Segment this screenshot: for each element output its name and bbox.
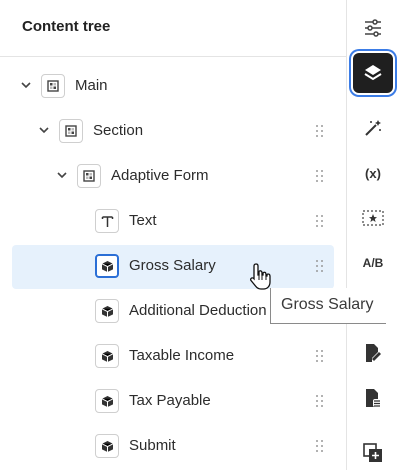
tree-item-label: Gross Salary [129,257,216,274]
tree-item-submit[interactable]: Submit [12,425,334,469]
tree-item-label: Tax Payable [129,392,211,409]
tree-item-gross-salary[interactable]: Gross Salary [12,245,334,289]
text-type-icon [95,209,119,233]
tree-item-adaptive-form[interactable]: Adaptive Form [12,155,334,199]
box-icon [95,299,119,323]
chevron-down-icon[interactable] [56,169,68,181]
content-tree-panel: Content tree Main Section Adaptive Form [0,0,346,470]
star-field-icon[interactable] [353,198,393,238]
tree-item-label: Section [93,122,144,139]
edit-document-icon[interactable] [353,333,393,373]
tooltip: Gross Salary [270,288,386,324]
tree-item-main[interactable]: Main [12,65,334,109]
tree-item-label: Additional Deduction [129,302,267,319]
chevron-down-icon[interactable] [38,124,50,136]
tree-item-taxable-income[interactable]: Taxable Income [12,335,334,379]
chevron-down-icon[interactable] [20,79,32,91]
data-document-icon[interactable] [353,378,393,418]
container-icon [41,74,65,98]
ab-test-label: A/B [362,256,384,270]
tree-item-label: Adaptive Form [111,167,209,184]
magic-wand-icon[interactable] [353,108,393,148]
box-icon [95,254,119,278]
tree-item-label: Main [75,77,108,94]
layers-icon[interactable] [353,53,393,93]
tree-item-text[interactable]: Text [12,200,334,244]
tree-item-label: Submit [129,437,176,454]
add-copy-icon[interactable] [353,433,393,470]
tree-item-label: Text [129,212,157,229]
tree-item-label: Taxable Income [129,347,235,364]
drag-handle-icon[interactable] [316,395,324,409]
container-icon [59,119,83,143]
variable-icon[interactable]: (x) [353,153,393,193]
side-rail: (x) A/B [346,0,418,470]
container-icon [77,164,101,188]
hand-cursor-icon [248,262,274,292]
tree-item-section[interactable]: Section [12,110,334,154]
drag-handle-icon[interactable] [316,170,324,184]
ab-test-icon[interactable]: A/B [353,243,393,283]
properties-sliders-icon[interactable] [353,8,393,48]
header-divider [0,56,346,57]
drag-handle-icon[interactable] [316,215,324,229]
box-icon [95,344,119,368]
variable-label: (x) [365,165,381,181]
box-icon [95,434,119,458]
box-icon [95,389,119,413]
drag-handle-icon[interactable] [316,350,324,364]
drag-handle-icon[interactable] [316,260,324,274]
drag-handle-icon[interactable] [316,440,324,454]
drag-handle-icon[interactable] [316,125,324,139]
panel-title: Content tree [22,18,111,35]
tree-item-tax-payable[interactable]: Tax Payable [12,380,334,424]
